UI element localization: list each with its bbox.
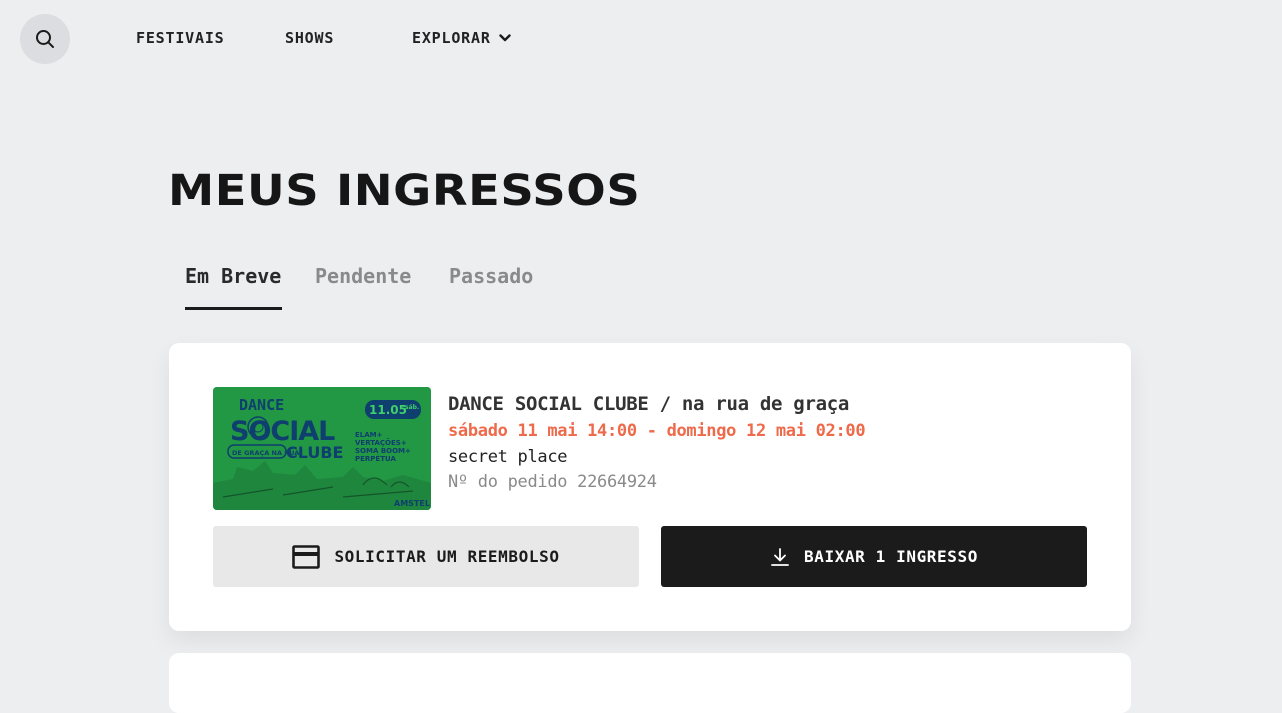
request-refund-label: SOLICITAR UM REEMBOLSO (334, 547, 560, 566)
download-icon (771, 547, 789, 566)
poster-lineup-4: PERPÉTUA (355, 454, 396, 463)
tab-em-breve[interactable]: Em Breve (185, 264, 281, 288)
event-poster[interactable]: DANCE SOCIAL DE GRAÇA NA RUA CLUBE 11.05… (213, 387, 431, 510)
ticket-card-next (169, 653, 1131, 713)
nav-shows-label: SHOWS (285, 29, 335, 47)
poster-lineup-2: VERTAÇÕES+ (355, 438, 407, 447)
download-ticket-label: BAIXAR 1 INGRESSO (804, 547, 978, 566)
active-tab-indicator (185, 307, 282, 310)
top-nav: FESTIVAIS SHOWS EXPLORAR (0, 0, 1282, 78)
nav-festivais[interactable]: FESTIVAIS (136, 29, 224, 47)
order-number: Nº do pedido 22664924 (448, 472, 657, 492)
event-venue: secret place (448, 447, 568, 467)
download-ticket-button[interactable]: BAIXAR 1 INGRESSO (661, 526, 1087, 587)
nav-festivais-label: FESTIVAIS (136, 29, 225, 47)
page-title: MEUS INGRESSOS (168, 166, 641, 216)
event-dates: sábado 11 mai 14:00 - domingo 12 mai 02:… (448, 421, 866, 441)
poster-lineup-1: ELAM+ (355, 431, 383, 439)
credit-card-icon (292, 544, 321, 569)
tab-passado[interactable]: Passado (449, 264, 533, 288)
poster-lineup-3: SOMA BOOM+ (355, 447, 411, 455)
nav-explorar-label: EXPLORAR (412, 29, 491, 47)
nav-explorar[interactable]: EXPLORAR (412, 29, 511, 47)
request-refund-button[interactable]: SOLICITAR UM REEMBOLSO (213, 526, 639, 587)
ticket-card: DANCE SOCIAL DE GRAÇA NA RUA CLUBE 11.05… (169, 343, 1131, 631)
search-button[interactable] (20, 14, 70, 64)
event-info: DANCE SOCIAL CLUBE / na rua de graça sáb… (448, 393, 866, 492)
search-icon (36, 30, 54, 48)
chevron-down-icon (498, 34, 511, 42)
poster-day-badge: sáb. (405, 404, 419, 411)
tab-pendente[interactable]: Pendente (315, 264, 411, 288)
event-poster-art: DANCE SOCIAL DE GRAÇA NA RUA CLUBE 11.05… (213, 387, 431, 510)
poster-date-badge: 11.05 (369, 403, 407, 417)
event-title[interactable]: DANCE SOCIAL CLUBE / na rua de graça (448, 393, 865, 415)
poster-clube-text: CLUBE (286, 443, 343, 462)
poster-dance-text: DANCE (239, 396, 284, 414)
nav-shows[interactable]: SHOWS (285, 29, 334, 47)
poster-sponsor: AMSTEL (394, 499, 430, 508)
